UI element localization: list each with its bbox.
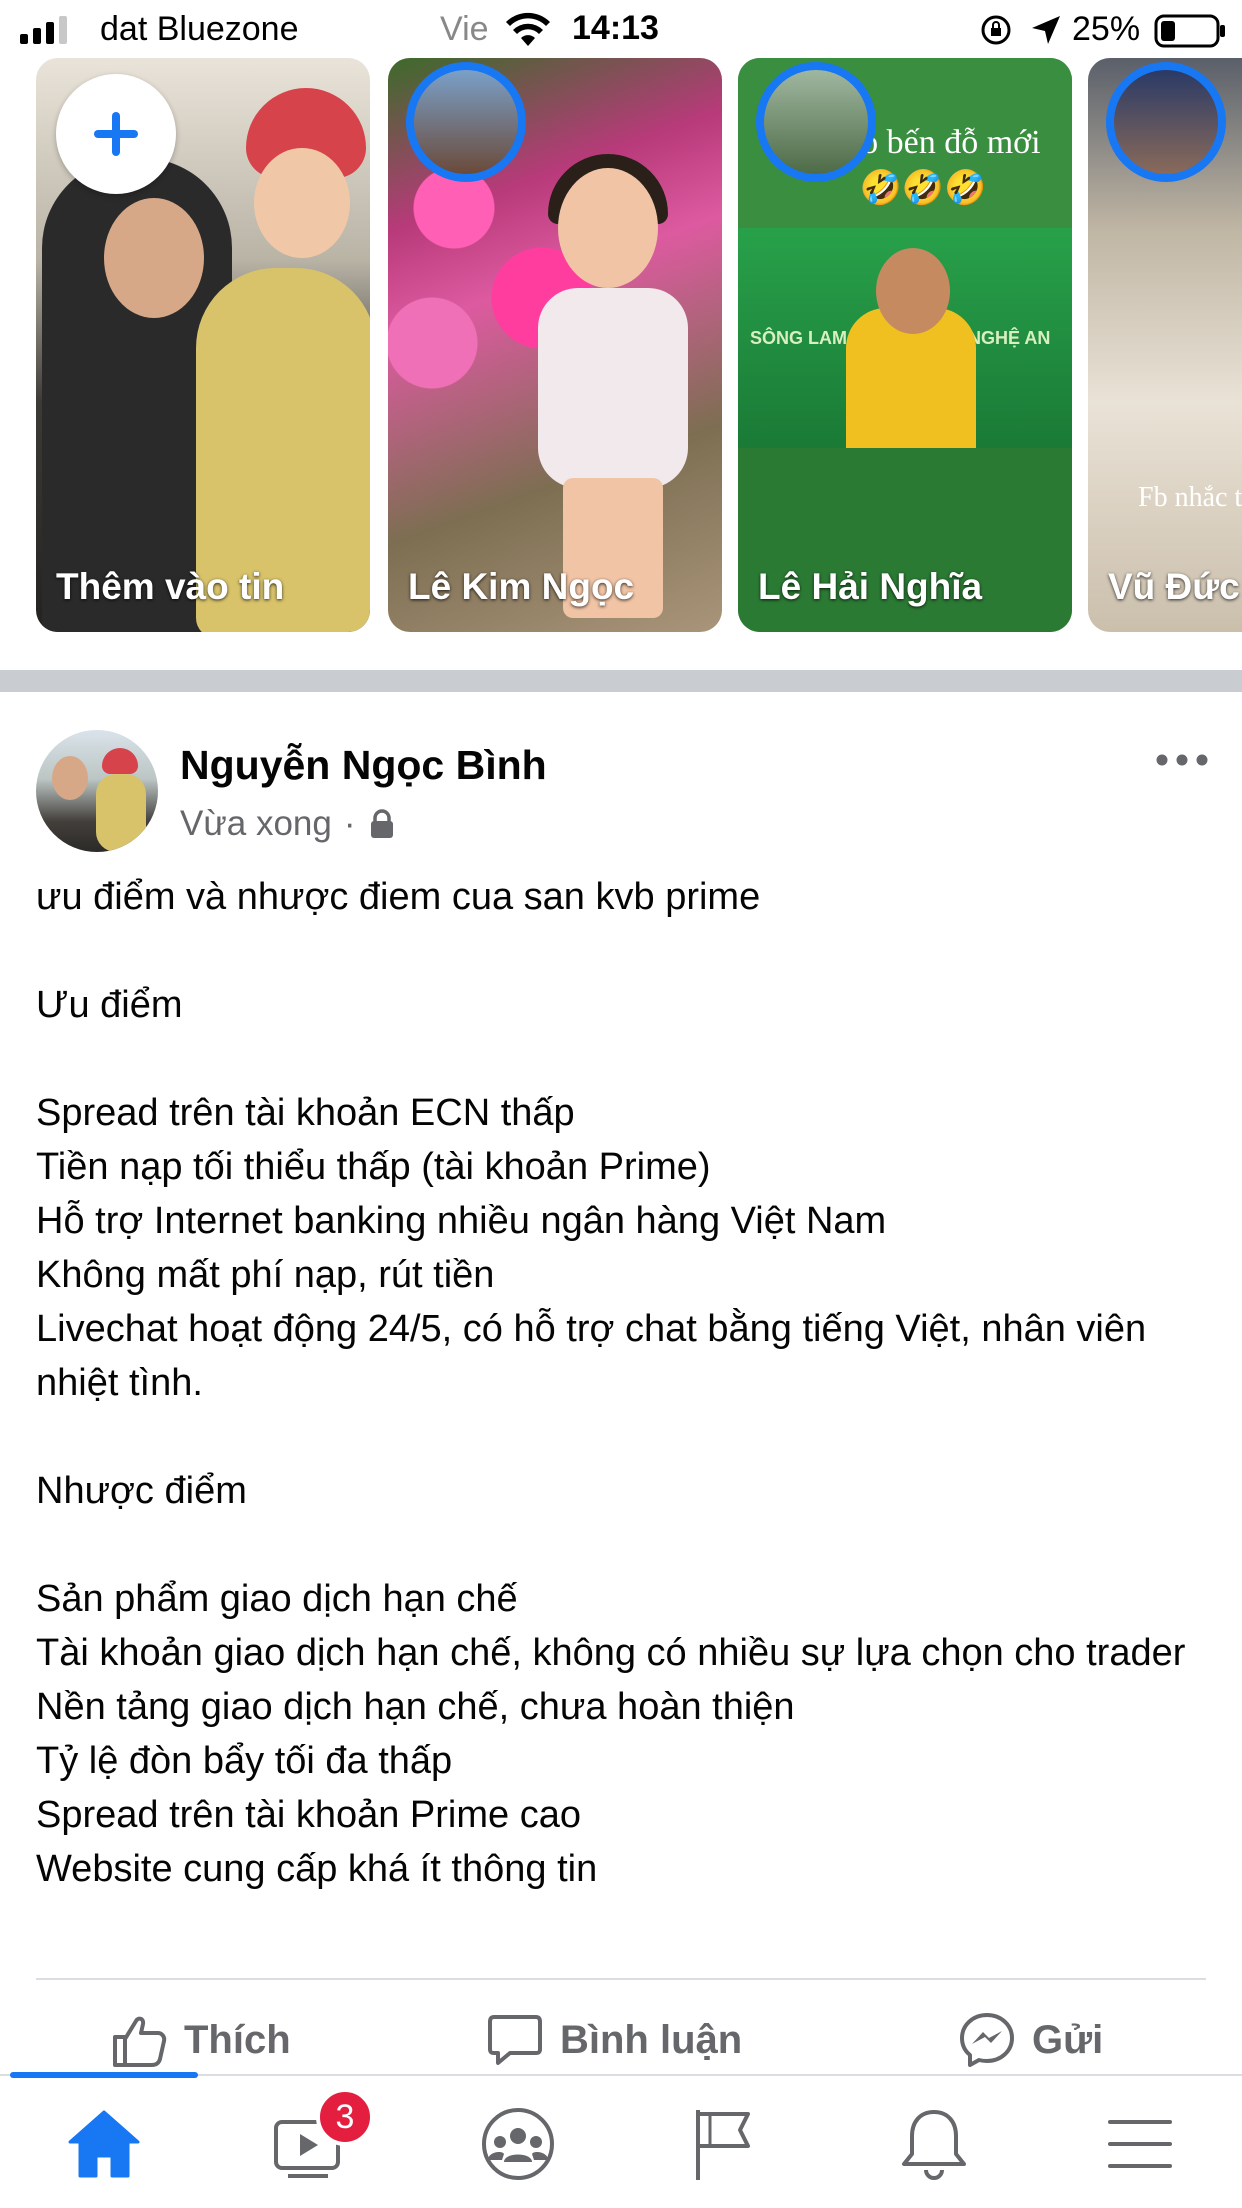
send-button[interactable]: Gửi <box>958 2010 1103 2070</box>
battery-icon <box>1154 14 1225 48</box>
story-le-kim-ngoc[interactable]: Lê Kim Ngọc <box>388 58 722 632</box>
comment-icon <box>488 2015 542 2065</box>
story-photo-child-face <box>254 148 350 258</box>
comment-button[interactable]: Bình luận <box>486 2010 742 2070</box>
wifi-icon <box>506 12 550 46</box>
avatar[interactable] <box>36 730 158 852</box>
tab-notifications[interactable] <box>894 2104 974 2184</box>
menu-icon <box>1108 2120 1172 2168</box>
flag-icon <box>696 2110 750 2180</box>
lock-icon[interactable] <box>368 808 396 840</box>
avatar-face <box>52 756 88 800</box>
send-label: Gửi <box>1032 2017 1104 2062</box>
avatar-hat <box>102 748 138 774</box>
story-avatar <box>1106 62 1226 182</box>
story-le-hai-nghia[interactable]: đã có bến đỗ mới 🤣🤣🤣 SÔNG LAM NGHỆ AN Lê… <box>738 58 1072 632</box>
story-label: Lê Kim Ngọc <box>408 566 635 607</box>
actions-divider <box>36 1978 1206 1980</box>
story-photo-face <box>876 248 950 334</box>
avatar-child <box>96 774 146 852</box>
story-avatar <box>756 62 876 182</box>
active-tab-indicator <box>10 2072 198 2078</box>
groups-icon <box>482 2108 554 2180</box>
story-label: Thêm vào tin <box>56 566 285 607</box>
bottom-tab-bar <box>0 2074 1242 2208</box>
status-bar: dat Bluezone Vie 14:13 25% <box>0 0 1242 60</box>
post-author[interactable]: Nguyễn Ngọc Bình <box>180 742 547 789</box>
watch-notification-badge: 3 <box>316 2088 374 2146</box>
location-icon <box>1032 16 1060 44</box>
story-label: Lê Hải Nghĩa <box>758 566 983 607</box>
clock: 14:13 <box>572 9 659 47</box>
tab-home[interactable] <box>64 2104 144 2184</box>
bell-icon <box>902 2110 966 2180</box>
story-photo-face <box>558 168 658 288</box>
story-caption: Fb nhắc trướ <box>1138 482 1242 513</box>
tab-groups[interactable] <box>478 2104 558 2184</box>
more-options-icon[interactable] <box>1152 746 1212 774</box>
rotation-lock-icon <box>981 15 1011 45</box>
story-banner-left: SÔNG LAM <box>750 328 847 348</box>
story-banner-right: NGHỆ AN <box>968 328 1051 348</box>
home-icon <box>68 2110 140 2178</box>
story-add-to-story[interactable]: Thêm vào tin <box>36 58 370 632</box>
story-label: Vũ Đức <box>1108 566 1240 607</box>
story-vu-duc[interactable]: Fb nhắc trướ Vũ Đức <box>1088 58 1242 632</box>
battery-percent: 25% <box>1072 10 1141 48</box>
story-avatar <box>406 62 526 182</box>
post-meta: Vừa xong · <box>180 804 396 844</box>
add-story-button[interactable] <box>56 74 176 194</box>
carrier-name: dat Bluezone <box>100 10 299 48</box>
post-text: ưu điểm và nhược điem cua san kvb prime … <box>36 876 1186 1890</box>
section-divider <box>0 670 1242 692</box>
plus-icon <box>94 112 138 156</box>
messenger-icon <box>960 2013 1014 2067</box>
carrier-secondary: Vie <box>440 10 489 48</box>
meta-separator: · <box>343 804 356 843</box>
post-time[interactable]: Vừa xong <box>180 804 332 844</box>
tab-pages[interactable] <box>686 2104 766 2184</box>
signal-icon <box>20 16 67 44</box>
stories-tray: Thêm vào tin Lê Kim Ngọc đã có bến đỗ mớ… <box>0 58 1242 636</box>
like-label: Thích <box>184 2017 291 2062</box>
thumbs-up-icon <box>113 2016 167 2067</box>
story-photo-face <box>104 198 204 318</box>
tab-menu[interactable] <box>1100 2104 1180 2184</box>
comment-label: Bình luận <box>560 2017 743 2062</box>
like-button[interactable]: Thích <box>110 2010 291 2070</box>
story-photo-girl <box>538 288 688 488</box>
